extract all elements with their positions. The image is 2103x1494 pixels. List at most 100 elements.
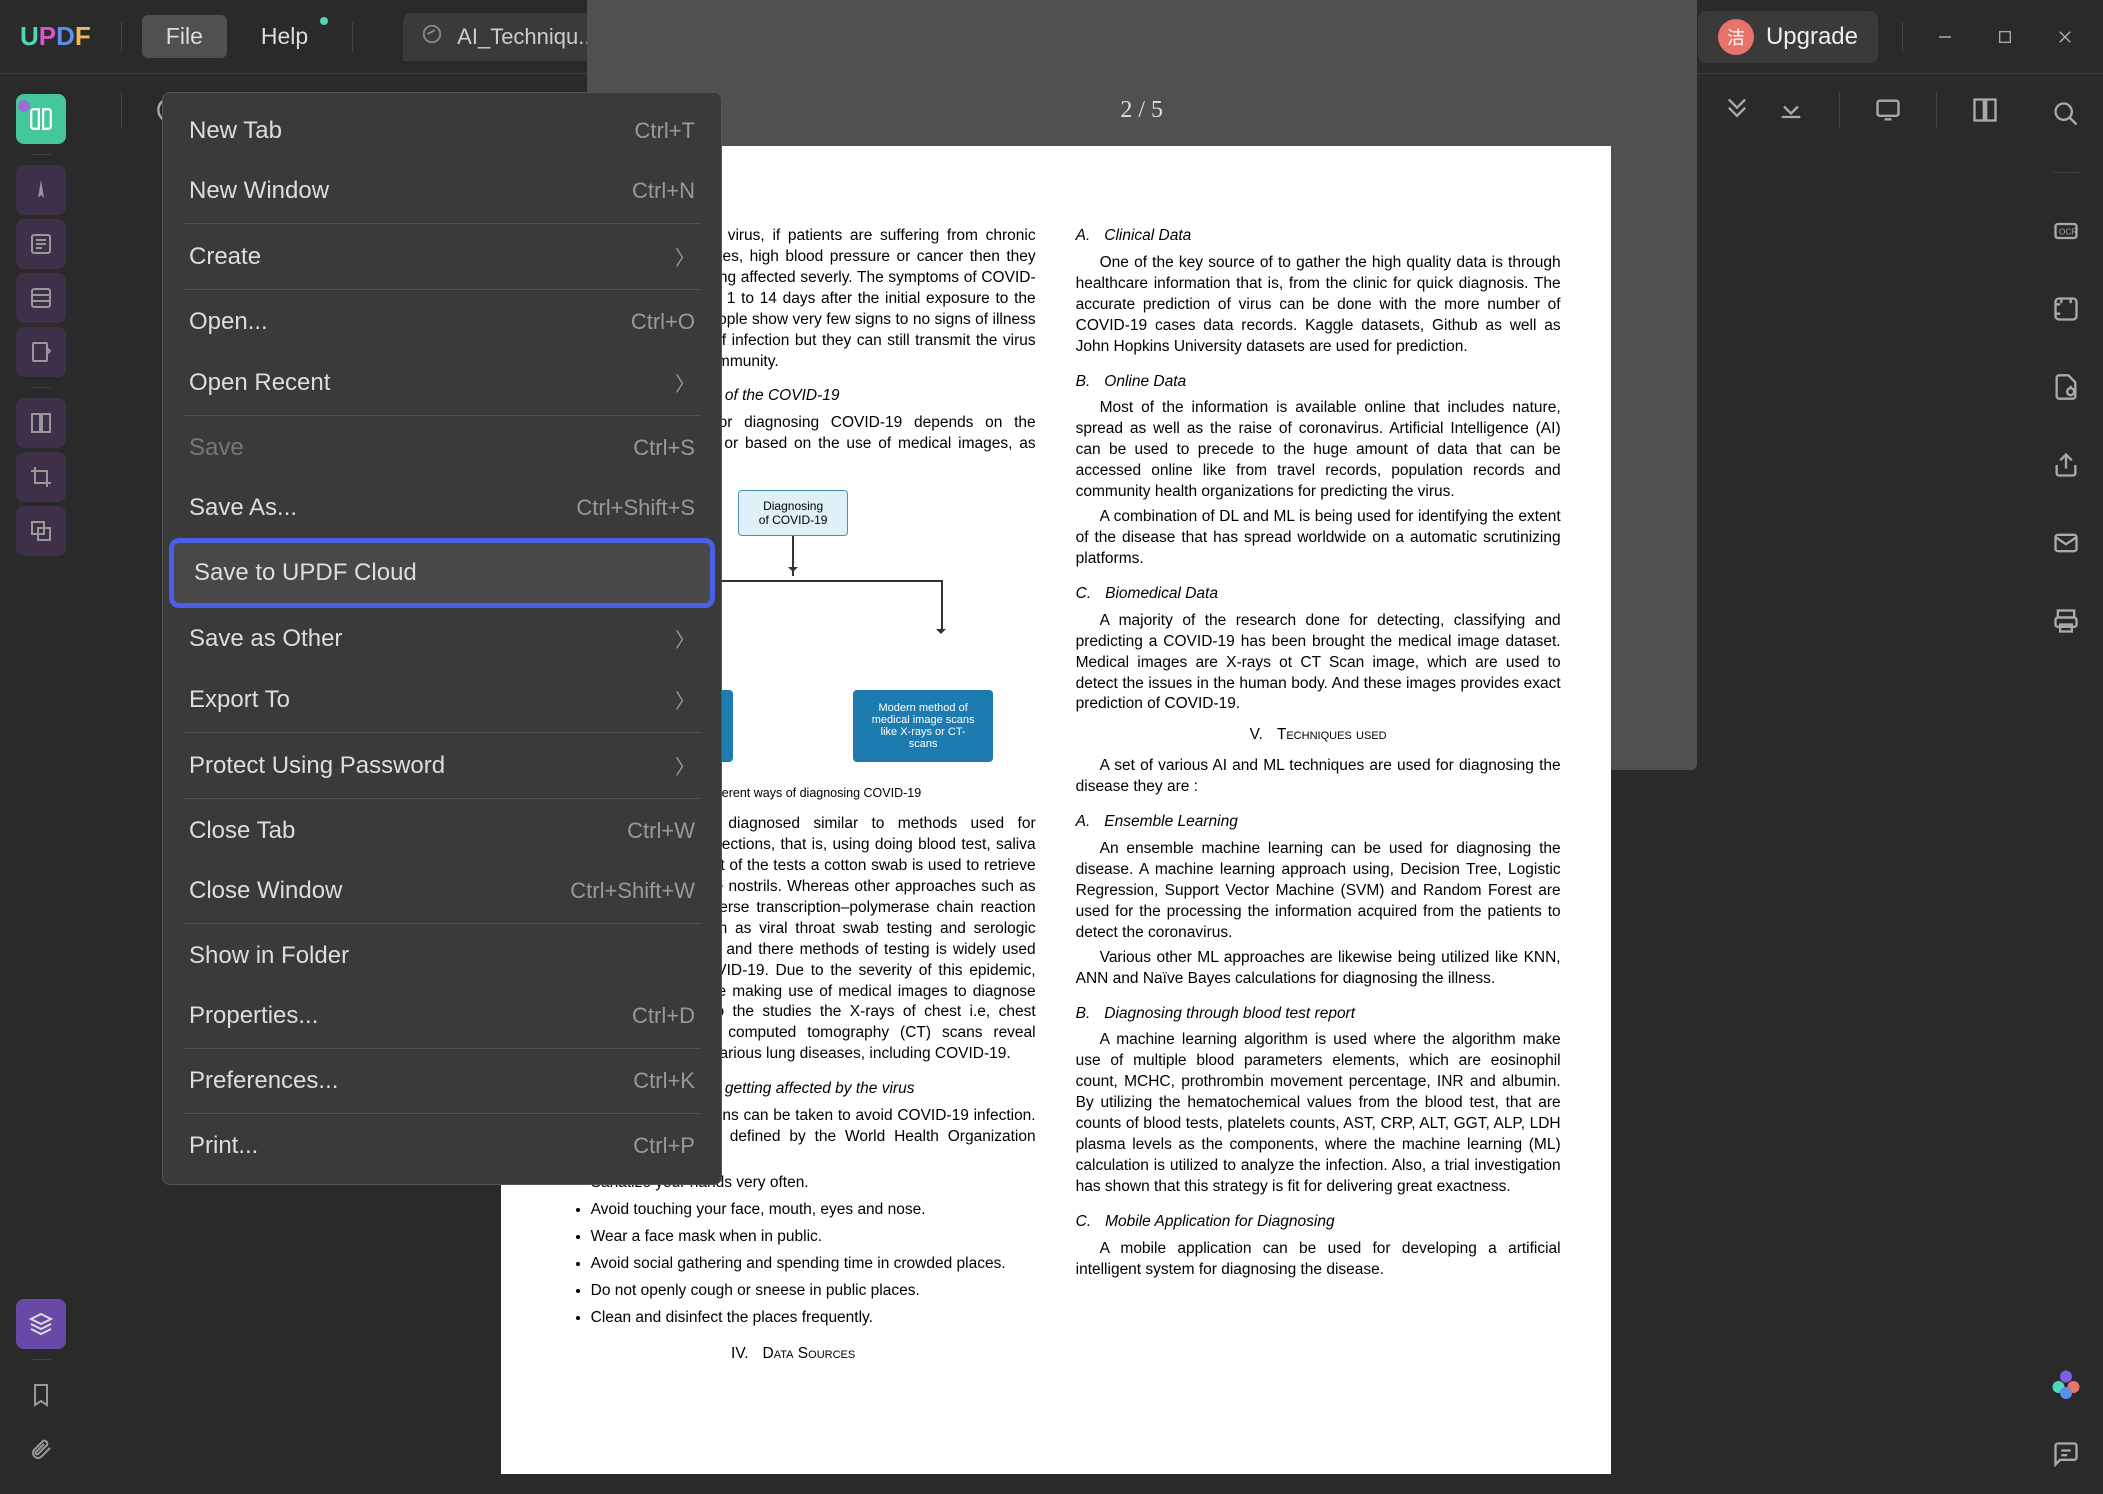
menu-item-protect[interactable]: Protect Using Password〉	[163, 735, 721, 796]
screenshot-tool[interactable]	[2046, 289, 2086, 329]
page-layout-button[interactable]	[1971, 96, 1999, 124]
body-text: A mobile application can be used for dev…	[1076, 1239, 1561, 1281]
file-menu-dropdown: New TabCtrl+T New WindowCtrl+N Create〉 O…	[162, 92, 722, 1185]
menu-item-properties[interactable]: Properties...Ctrl+D	[163, 986, 721, 1046]
minimize-button[interactable]	[1927, 19, 1963, 55]
menu-item-new-tab[interactable]: New TabCtrl+T	[163, 101, 721, 161]
last-page-button[interactable]	[1777, 96, 1805, 124]
menu-divider	[183, 923, 701, 924]
body-text: A majority of the research done for dete…	[1076, 611, 1561, 716]
chevron-right-icon: 〉	[675, 242, 695, 271]
sign-tool[interactable]	[16, 327, 66, 377]
separator	[121, 22, 122, 52]
print-tool[interactable]	[2046, 601, 2086, 641]
section-heading: A.Clinical Data	[1076, 226, 1561, 247]
user-avatar: 洁	[1718, 19, 1754, 55]
menu-item-new-window[interactable]: New WindowCtrl+N	[163, 161, 721, 221]
search-tool[interactable]	[2046, 94, 2086, 134]
menu-item-show-folder[interactable]: Show in Folder	[163, 926, 721, 986]
menu-item-save-cloud[interactable]: Save to UPDF Cloud	[169, 538, 715, 608]
separator	[1902, 22, 1903, 52]
section-heading: C.Biomedical Data	[1076, 584, 1561, 605]
list-item: Avoid touching your face, mouth, eyes an…	[591, 1200, 1036, 1221]
ai-assistant-button[interactable]	[2046, 1364, 2086, 1404]
section-heading: A.Ensemble Learning	[1076, 812, 1561, 833]
layers-tool[interactable]	[16, 1299, 66, 1349]
help-menu-button[interactable]: Help	[237, 15, 332, 58]
crop-tool[interactable]	[16, 452, 66, 502]
organize-tool[interactable]	[16, 398, 66, 448]
file-menu-button[interactable]: File	[142, 15, 227, 58]
next-page-button[interactable]	[1723, 96, 1751, 124]
svg-text:OCR: OCR	[2059, 228, 2077, 237]
menu-item-close-tab[interactable]: Close TabCtrl+W	[163, 801, 721, 861]
body-text: A machine learning algorithm is used whe…	[1076, 1030, 1561, 1197]
edit-text-tool[interactable]	[16, 219, 66, 269]
indicator-dot	[18, 100, 30, 112]
attachment-tool[interactable]	[16, 1424, 66, 1474]
figure-node: Diagnosing of COVID-19	[738, 490, 849, 536]
menu-item-create[interactable]: Create〉	[163, 226, 721, 287]
bookmark-tool[interactable]	[16, 1370, 66, 1420]
body-text: Various other ML approaches are likewise…	[1076, 948, 1561, 990]
close-button[interactable]	[2047, 19, 2083, 55]
chevron-right-icon: 〉	[675, 685, 695, 714]
section-heading: C.Mobile Application for Diagnosing	[1076, 1212, 1561, 1233]
lock-pencil-icon	[421, 23, 443, 51]
upgrade-label: Upgrade	[1766, 23, 1858, 51]
email-tool[interactable]	[2046, 523, 2086, 563]
left-sidebar	[0, 74, 83, 1494]
section-title: IV.Data Sources	[551, 1344, 1036, 1365]
separator	[1839, 92, 1840, 128]
update-indicator-icon	[320, 17, 328, 25]
list-item: Avoid social gathering and spending time…	[591, 1254, 1036, 1275]
form-tool[interactable]	[16, 273, 66, 323]
menu-item-export[interactable]: Export To〉	[163, 669, 721, 730]
share-tool[interactable]	[2046, 445, 2086, 485]
right-sidebar: OCR	[2029, 74, 2103, 1494]
separator	[31, 154, 51, 155]
menu-divider	[183, 289, 701, 290]
menu-item-open[interactable]: Open...Ctrl+O	[163, 292, 721, 352]
menu-divider	[183, 798, 701, 799]
ai-flower-icon	[2048, 1366, 2084, 1402]
separator	[31, 1359, 51, 1360]
separator	[2053, 172, 2079, 173]
menu-item-close-window[interactable]: Close WindowCtrl+Shift+W	[163, 861, 721, 921]
menu-item-save-other[interactable]: Save as Other〉	[163, 608, 721, 669]
menubar: File Help	[142, 15, 332, 58]
separator	[31, 387, 51, 388]
figure-node: Modern method of medical image scans lik…	[853, 690, 993, 762]
annotate-tool[interactable]	[16, 165, 66, 215]
menu-divider	[183, 223, 701, 224]
bullet-list: Sanatize your hands very often. Avoid to…	[591, 1173, 1036, 1329]
upgrade-button[interactable]: 洁 Upgrade	[1698, 11, 1878, 63]
chevron-right-icon: 〉	[675, 624, 695, 653]
protect-tool[interactable]	[2046, 367, 2086, 407]
comment-tool[interactable]	[2046, 1434, 2086, 1474]
section-heading: B.Online Data	[1076, 372, 1561, 393]
separator	[1936, 92, 1937, 128]
list-item: Wear a face mask when in public.	[591, 1227, 1036, 1248]
menu-item-preferences[interactable]: Preferences...Ctrl+K	[163, 1051, 721, 1111]
body-text: A combination of DL and ML is being used…	[1076, 507, 1561, 570]
separator	[352, 22, 353, 52]
menu-item-save-as[interactable]: Save As...Ctrl+Shift+S	[163, 478, 721, 538]
chevron-right-icon: 〉	[675, 368, 695, 397]
body-text: One of the key source of to gather the h…	[1076, 253, 1561, 358]
menu-item-print[interactable]: Print...Ctrl+P	[163, 1116, 721, 1176]
body-text: A set of various AI and ML techniques ar…	[1076, 756, 1561, 798]
ocr-tool[interactable]: OCR	[2046, 211, 2086, 251]
body-text: Most of the information is available onl…	[1076, 398, 1561, 503]
list-item: Clean and disinfect the places frequentl…	[591, 1308, 1036, 1329]
menu-divider	[183, 732, 701, 733]
presentation-button[interactable]	[1874, 96, 1902, 124]
maximize-button[interactable]	[1987, 19, 2023, 55]
menu-item-save[interactable]: SaveCtrl+S	[163, 418, 721, 478]
section-heading: B.Diagnosing through blood test report	[1076, 1004, 1561, 1025]
list-item: Do not openly cough or sneese in public …	[591, 1281, 1036, 1302]
chevron-right-icon: 〉	[675, 751, 695, 780]
compare-tool[interactable]	[16, 506, 66, 556]
menu-divider	[183, 1048, 701, 1049]
menu-item-open-recent[interactable]: Open Recent〉	[163, 352, 721, 413]
